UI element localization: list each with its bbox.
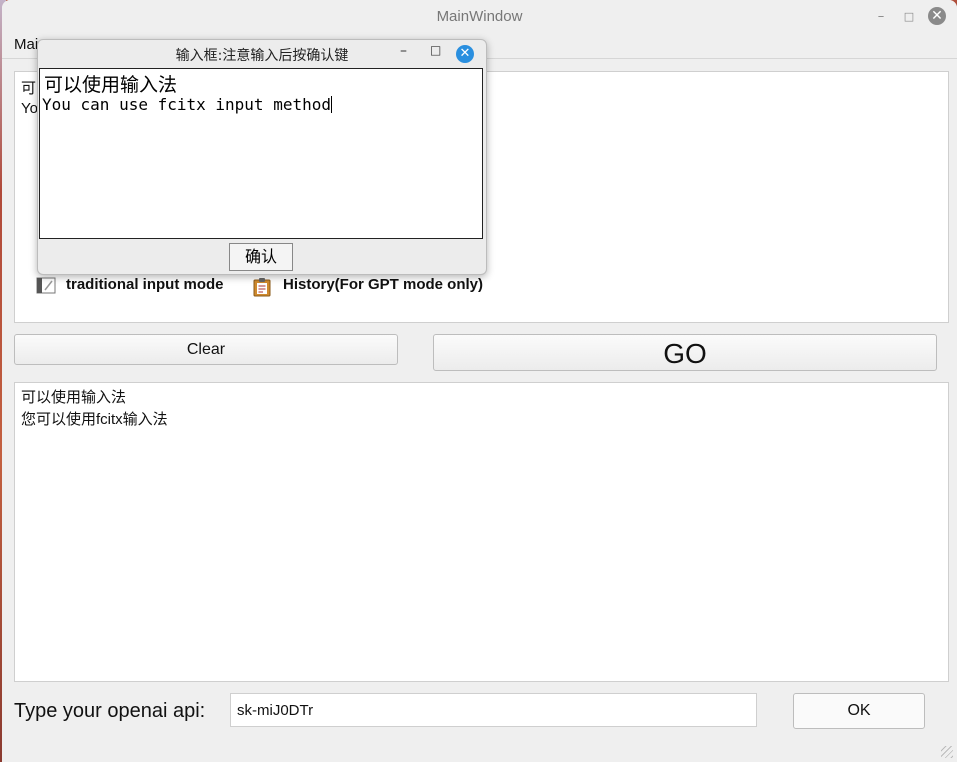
maximize-icon[interactable]: □ [900,8,918,26]
dialog-line-1: 可以使用输入法 [44,74,178,96]
dialog-maximize-icon[interactable]: □ [430,43,441,57]
input-line-1: 可 [21,80,37,97]
clipboard-icon [253,277,271,296]
api-key-input[interactable] [230,693,757,727]
input-line-2: Yo [21,100,38,117]
dialog-line-2-text: You can use fcitx input method [42,95,331,114]
resize-grip[interactable] [941,746,953,758]
minimize-icon[interactable]: – [872,8,890,26]
dialog-close-icon[interactable]: ✕ [456,45,474,63]
traditional-mode-label: traditional input mode [66,276,224,293]
dialog-text-area[interactable]: 可以使用输入法 You can use fcitx input method [39,68,483,239]
input-dialog: 输入框:注意输入后按确认键 – □ ✕ 可以使用输入法 You can use … [37,39,487,275]
api-label: Type your openai api: [14,700,206,722]
close-icon[interactable]: ✕ [928,7,946,25]
confirm-button[interactable]: 确认 [229,243,293,271]
pencil-checkbox-icon [36,277,56,293]
ok-button[interactable]: OK [793,693,925,729]
dialog-title: 输入框:注意输入后按确认键 [175,48,349,64]
dialog-line-2: You can use fcitx input method [42,95,332,114]
menu-item-main[interactable]: Mai [14,36,38,53]
output-line-1: 可以使用输入法 [21,389,127,406]
traditional-mode-checkbox[interactable]: traditional input mode [36,276,224,293]
dialog-minimize-icon[interactable]: – [400,43,407,59]
output-text-area[interactable]: 可以使用输入法 您可以使用fcitx输入法 [14,382,949,682]
title-bar: MainWindow – □ ✕ [2,0,957,34]
go-button[interactable]: GO [433,334,937,371]
text-caret [330,96,332,113]
output-line-2: 您可以使用fcitx输入法 [21,411,168,428]
history-label: History(For GPT mode only) [283,276,484,293]
history-checkbox[interactable]: History(For GPT mode only) [253,276,484,296]
clear-button[interactable]: Clear [14,334,398,365]
window-title: MainWindow [436,8,523,25]
